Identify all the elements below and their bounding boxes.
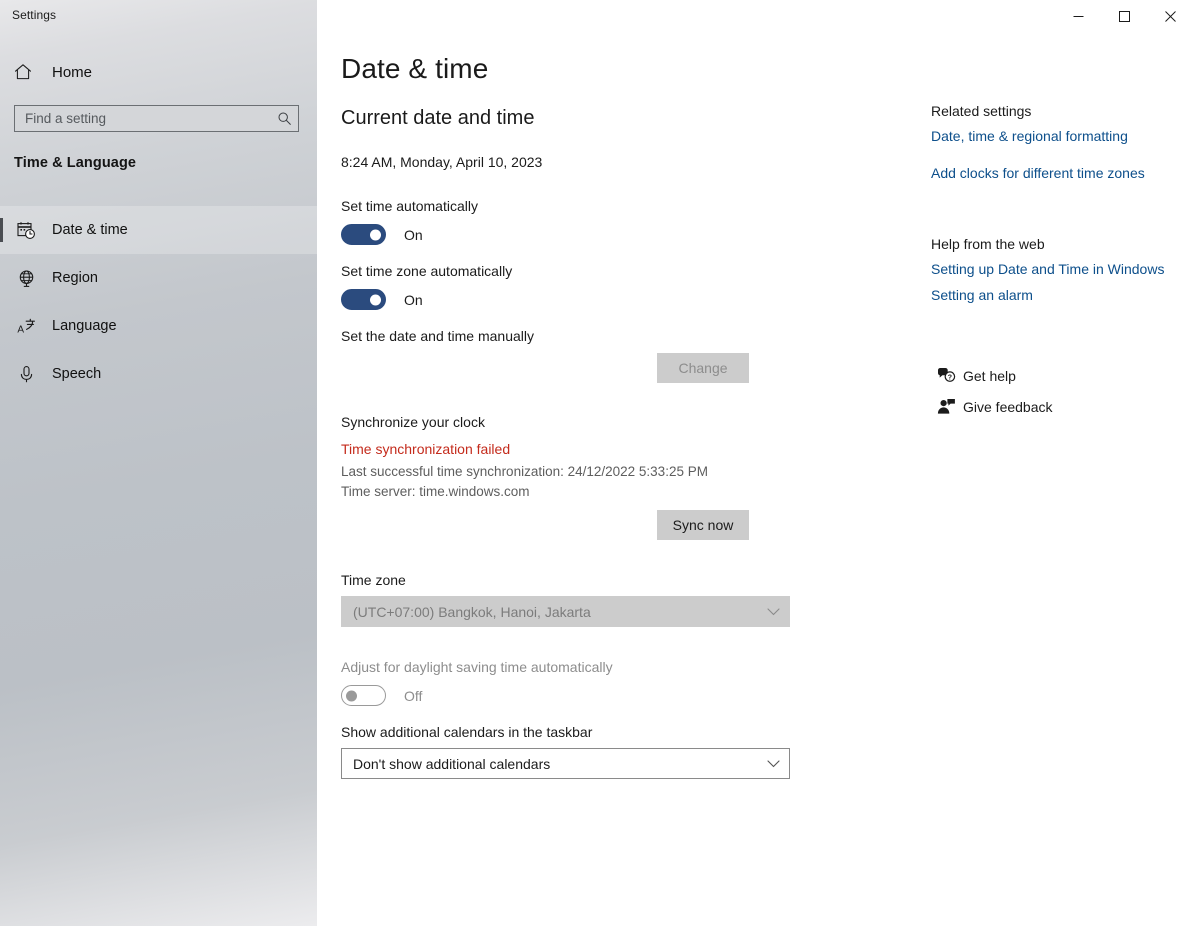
- minimize-button[interactable]: [1055, 0, 1101, 32]
- link-add-clocks-time-zones[interactable]: Add clocks for different time zones: [931, 165, 1145, 181]
- current-datetime-value: 8:24 AM, Monday, April 10, 2023: [341, 154, 543, 170]
- maximize-button[interactable]: [1101, 0, 1147, 32]
- sidebar-item-speech[interactable]: Speech: [0, 350, 317, 398]
- related-settings-links: Date, time & regional formatting Add clo…: [931, 128, 1145, 181]
- dst-state: Off: [404, 687, 423, 704]
- sidebar-item-label: Speech: [52, 366, 102, 382]
- search-box[interactable]: [14, 105, 299, 132]
- globe-icon: [14, 269, 38, 288]
- sync-now-button[interactable]: Sync now: [657, 510, 749, 540]
- set-timezone-auto-label: Set time zone automatically: [341, 263, 513, 279]
- sidebar-item-label: Language: [52, 318, 117, 334]
- help-from-web-links: Setting up Date and Time in Windows Sett…: [931, 261, 1164, 303]
- timezone-label: Time zone: [341, 572, 406, 588]
- search-input[interactable]: [15, 106, 270, 131]
- toggle-knob: [370, 294, 381, 305]
- sidebar-item-language[interactable]: A Language: [0, 302, 317, 350]
- minimize-icon: [1073, 15, 1083, 17]
- microphone-icon: [14, 365, 38, 384]
- sidebar-item-home[interactable]: Home: [0, 56, 317, 88]
- sidebar-home-label: Home: [52, 63, 93, 81]
- set-time-auto-toggle[interactable]: [341, 224, 386, 245]
- help-from-web-heading: Help from the web: [931, 236, 1045, 252]
- give-feedback-label: Give feedback: [963, 398, 1053, 415]
- sync-error-status: Time synchronization failed: [341, 441, 511, 457]
- chevron-down-icon: [767, 759, 780, 768]
- sync-heading: Synchronize your clock: [341, 414, 485, 430]
- set-manually-label: Set the date and time manually: [341, 328, 535, 344]
- get-help-label: Get help: [963, 367, 1016, 384]
- link-setting-up-date-and-time[interactable]: Setting up Date and Time in Windows: [931, 261, 1164, 277]
- svg-text:?: ?: [947, 375, 951, 382]
- window-controls: [1055, 0, 1193, 32]
- set-time-auto-state: On: [404, 226, 423, 243]
- search-button[interactable]: [270, 106, 298, 131]
- toggle-knob: [346, 690, 357, 701]
- search-icon: [278, 112, 291, 125]
- window-title: Settings: [12, 8, 57, 22]
- get-help-row[interactable]: ? Get help: [931, 360, 1053, 391]
- dst-label: Adjust for daylight saving time automati…: [341, 659, 613, 675]
- related-settings-heading: Related settings: [931, 103, 1032, 119]
- chevron-down-icon: [767, 607, 780, 616]
- page-title: Date & time: [341, 53, 489, 84]
- calendars-value: Don't show additional calendars: [353, 755, 551, 772]
- maximize-icon: [1118, 10, 1130, 22]
- last-sync-text: Last successful time synchronization: 24…: [341, 464, 708, 479]
- set-time-auto-row: On: [341, 224, 423, 245]
- sidebar-item-label: Region: [52, 270, 98, 286]
- sidebar-group-header: Time & Language: [14, 155, 137, 171]
- time-server-text: Time server: time.windows.com: [341, 484, 530, 499]
- title-bar: Settings: [0, 0, 1193, 32]
- set-time-auto-label: Set time automatically: [341, 198, 478, 214]
- calendars-dropdown[interactable]: Don't show additional calendars: [341, 748, 790, 779]
- set-timezone-auto-state: On: [404, 291, 423, 308]
- home-icon: [14, 63, 38, 81]
- set-timezone-auto-row: On: [341, 289, 423, 310]
- svg-text:A: A: [17, 324, 24, 335]
- timezone-value: (UTC+07:00) Bangkok, Hanoi, Jakarta: [353, 603, 591, 620]
- sidebar-item-region[interactable]: Region: [0, 254, 317, 302]
- link-setting-an-alarm[interactable]: Setting an alarm: [931, 287, 1164, 303]
- calendar-clock-icon: [14, 221, 38, 240]
- dst-row: Off: [341, 685, 422, 706]
- timezone-dropdown[interactable]: (UTC+07:00) Bangkok, Hanoi, Jakarta: [341, 596, 790, 627]
- toggle-knob: [370, 229, 381, 240]
- sidebar-item-date-time[interactable]: Date & time: [0, 206, 317, 254]
- support-links: ? Get help Give feedback: [931, 360, 1053, 422]
- language-icon: A: [14, 317, 38, 336]
- section-heading-current: Current date and time: [341, 107, 535, 129]
- settings-window: Settings Home Find a setting Time & Lang…: [0, 0, 1193, 926]
- link-date-time-regional-formatting[interactable]: Date, time & regional formatting: [931, 128, 1145, 144]
- help-bubble-icon: ?: [931, 367, 961, 384]
- close-button[interactable]: [1147, 0, 1193, 32]
- feedback-person-icon: [931, 398, 961, 415]
- close-icon: [1164, 10, 1176, 22]
- sidebar-nav-list: Date & time Region A Language Speech: [0, 206, 317, 398]
- dst-toggle[interactable]: [341, 685, 386, 706]
- give-feedback-row[interactable]: Give feedback: [931, 391, 1053, 422]
- sidebar-item-label: Date & time: [52, 222, 128, 238]
- change-button[interactable]: Change: [657, 353, 749, 383]
- set-timezone-auto-toggle[interactable]: [341, 289, 386, 310]
- sidebar: Home Time & Language: [0, 0, 317, 926]
- calendars-label: Show additional calendars in the taskbar: [341, 724, 593, 740]
